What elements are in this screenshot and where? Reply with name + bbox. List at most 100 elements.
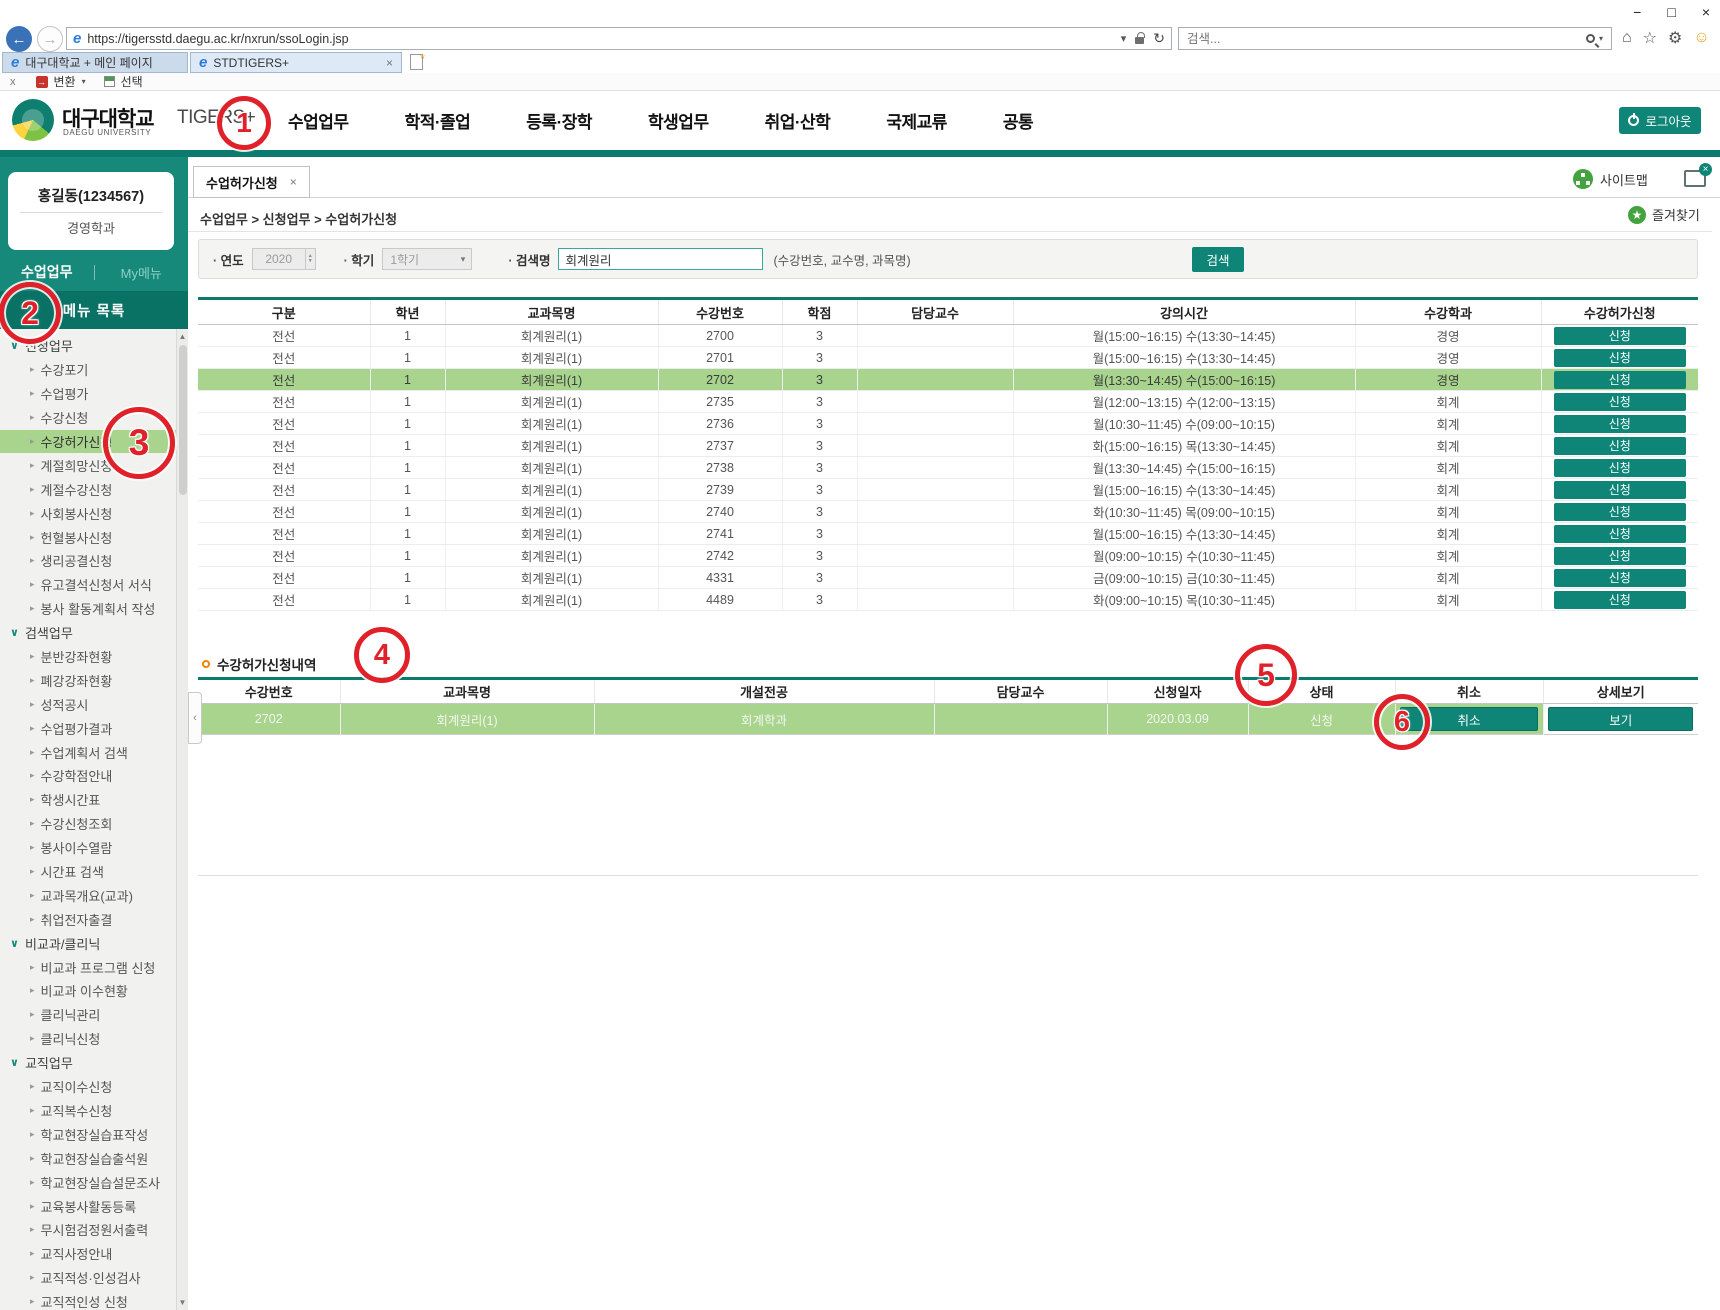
browser-tab-daegu-main[interactable]: e 대구대학교 + 메인 페이지 (2, 52, 188, 73)
back-button[interactable]: ← (6, 26, 32, 52)
nav-item[interactable]: 학생업무 (648, 108, 709, 133)
table-row[interactable]: 2702회계원리(1)회계학과2020.03.09신청취소보기 (198, 704, 1698, 735)
search-button[interactable]: 검색 (1192, 247, 1244, 272)
apply-button[interactable]: 신청 (1554, 591, 1686, 609)
window-maximize-button[interactable]: □ (1667, 4, 1675, 20)
apply-button[interactable]: 신청 (1554, 503, 1686, 521)
refresh-icon[interactable]: ↻ (1153, 30, 1165, 47)
home-icon[interactable]: ⌂ (1622, 29, 1632, 47)
sidebar-item[interactable]: ▸헌혈봉사신청 (0, 525, 176, 549)
apply-button[interactable]: 신청 (1554, 569, 1686, 587)
apply-button[interactable]: 신청 (1554, 459, 1686, 477)
sidebar-item[interactable]: ▸교직복수신청 (0, 1099, 176, 1123)
convert-button[interactable]: 변환 (54, 73, 76, 90)
sidebar-collapse-handle[interactable]: ‹ (188, 692, 202, 744)
apply-button[interactable]: 신청 (1554, 349, 1686, 367)
sidebar-item[interactable]: ▸분반강좌현황 (0, 645, 176, 669)
sidebar-item[interactable]: ▸유고결석신청서 서식 (0, 573, 176, 597)
sidebar-item[interactable]: ▸교직적인성 신청 (0, 1290, 176, 1310)
sidebar-item[interactable]: ▸학교현장실습출석원 (0, 1146, 176, 1170)
tab-close-icon[interactable]: × (386, 56, 393, 70)
table-row[interactable]: 전선1회계원리(1)27393월(15:00~16:15) 수(13:30~14… (198, 479, 1698, 501)
table-row[interactable]: 전선1회계원리(1)27373화(15:00~16:15) 목(13:30~14… (198, 435, 1698, 457)
apply-button[interactable]: 신청 (1554, 415, 1686, 433)
sidebar-item[interactable]: ▸교과목개요(교과) (0, 883, 176, 907)
nav-item[interactable]: 학적·졸업 (405, 108, 471, 133)
sidebar-item[interactable]: ▸취업전자출결 (0, 907, 176, 931)
scroll-down-icon[interactable]: ▼ (177, 1298, 188, 1307)
sidebar-item[interactable]: ▸시간표 검색 (0, 860, 176, 884)
convert-caret-icon[interactable]: ▾ (82, 77, 86, 86)
window-close-button[interactable]: × (1702, 4, 1710, 20)
apply-button[interactable]: 신청 (1554, 327, 1686, 345)
toolbar-close-button[interactable]: x (10, 76, 16, 88)
sidebar-item[interactable]: ▸생리공결신청 (0, 549, 176, 573)
search-icon[interactable] (1586, 34, 1595, 43)
new-tab-button[interactable] (410, 54, 423, 70)
doc-tab-close-icon[interactable]: × (290, 175, 297, 189)
settings-gear-icon[interactable]: ⚙ (1668, 28, 1682, 48)
apply-button[interactable]: 신청 (1554, 525, 1686, 543)
nav-item[interactable]: 공통 (1003, 108, 1033, 133)
select-button[interactable]: 선택 (121, 73, 143, 90)
table-row[interactable]: 전선1회계원리(1)43313금(09:00~10:15) 금(10:30~11… (198, 567, 1698, 589)
nav-item[interactable]: 등록·장학 (526, 108, 592, 133)
table-row[interactable]: 전선1회계원리(1)27003월(15:00~16:15) 수(13:30~14… (198, 325, 1698, 347)
year-spinner[interactable]: 2020 ▲▼ (252, 248, 316, 270)
scrollbar-thumb[interactable] (179, 345, 187, 495)
sidebar-item[interactable]: ▸봉사 활동계획서 작성 (0, 597, 176, 621)
favorites-star-icon[interactable]: ☆ (1643, 28, 1657, 48)
apply-button[interactable]: 신청 (1554, 393, 1686, 411)
table-row[interactable]: 전선1회계원리(1)27383월(13:30~14:45) 수(15:00~16… (198, 457, 1698, 479)
table-row[interactable]: 전선1회계원리(1)27413월(15:00~16:15) 수(13:30~14… (198, 523, 1698, 545)
keyword-input[interactable] (558, 248, 763, 270)
sidebar-item[interactable]: ∨비교과/클리닉 (0, 931, 176, 955)
sitemap-button[interactable]: 사이트맵 (1573, 169, 1648, 189)
view-button[interactable]: 보기 (1548, 707, 1693, 731)
sidebar-item[interactable]: ▸교직적성·인성검사 (0, 1266, 176, 1290)
sidebar-item[interactable]: ▸무시험검정원서출력 (0, 1218, 176, 1242)
window-minimize-button[interactable]: − (1633, 4, 1641, 20)
doc-tab-course-permission[interactable]: 수업허가신청 × (193, 166, 310, 198)
logout-button[interactable]: 로그아웃 (1619, 107, 1701, 134)
sidebar-item[interactable]: ▸봉사이수열람 (0, 836, 176, 860)
sidebar-item[interactable]: ∨교직업무 (0, 1051, 176, 1075)
apply-button[interactable]: 신청 (1554, 481, 1686, 499)
sidebar-item[interactable]: ▸학교현장실습설문조사 (0, 1170, 176, 1194)
sidebar-item[interactable]: ▸학교현장실습표작성 (0, 1122, 176, 1146)
close-all-tabs-icon[interactable] (1684, 170, 1706, 187)
scroll-up-icon[interactable]: ▲ (177, 332, 188, 341)
sidebar-scrollbar[interactable]: ▲ ▼ (176, 329, 188, 1310)
sidebar-item[interactable]: ▸교육봉사활동등록 (0, 1194, 176, 1218)
table-row[interactable]: 전선1회계원리(1)27403화(10:30~11:45) 목(09:00~10… (198, 501, 1698, 523)
sidebar-item[interactable]: ▸수업평가결과 (0, 716, 176, 740)
sidebar-item[interactable]: ▸비교과 프로그램 신청 (0, 955, 176, 979)
nav-item[interactable]: 수업업무 (288, 108, 349, 133)
sidebar-item[interactable]: ▸계절수강신청 (0, 477, 176, 501)
sidebar-item[interactable]: ▸수업평가 (0, 382, 176, 406)
term-select[interactable]: 1학기 ▾ (382, 248, 472, 270)
nav-item[interactable]: 국제교류 (886, 108, 947, 133)
sidebar-item[interactable]: ▸비교과 이수현황 (0, 979, 176, 1003)
sidebar-item[interactable]: ▸학생시간표 (0, 788, 176, 812)
sidebar-item[interactable]: ▸폐강강좌현황 (0, 668, 176, 692)
table-row[interactable]: 전선1회계원리(1)27013월(15:00~16:15) 수(13:30~14… (198, 347, 1698, 369)
apply-button[interactable]: 신청 (1554, 437, 1686, 455)
table-row[interactable]: 전선1회계원리(1)27353월(12:00~13:15) 수(12:00~13… (198, 391, 1698, 413)
sidebar-item[interactable]: ∨검색업무 (0, 621, 176, 645)
sidebar-item[interactable]: ▸수강신청조회 (0, 812, 176, 836)
sidebar-tab-my-menu[interactable]: My메뉴 (95, 263, 189, 282)
address-field[interactable]: e https://tigersstd.daegu.ac.kr/nxrun/ss… (66, 27, 1172, 50)
sidebar-item[interactable]: ▸교직이수신청 (0, 1075, 176, 1099)
sidebar-item[interactable]: ▸수강학점안내 (0, 764, 176, 788)
sidebar-item[interactable]: ▸클리닉신청 (0, 1027, 176, 1051)
autocomplete-caret-icon[interactable]: ▾ (1121, 32, 1127, 45)
sidebar-item[interactable]: ▸수업계획서 검색 (0, 740, 176, 764)
browser-search-input[interactable] (1187, 32, 1586, 46)
sidebar-item[interactable]: ▸클리닉관리 (0, 1003, 176, 1027)
search-caret-icon[interactable]: ▾ (1599, 34, 1603, 43)
sidebar-item[interactable]: ▸교직사정안내 (0, 1242, 176, 1266)
table-row[interactable]: 전선1회계원리(1)27023월(13:30~14:45) 수(15:00~16… (198, 369, 1698, 391)
browser-tab-stdtigers[interactable]: e STDTIGERS+ × (190, 52, 402, 73)
nav-item[interactable]: 취업·산학 (765, 108, 831, 133)
